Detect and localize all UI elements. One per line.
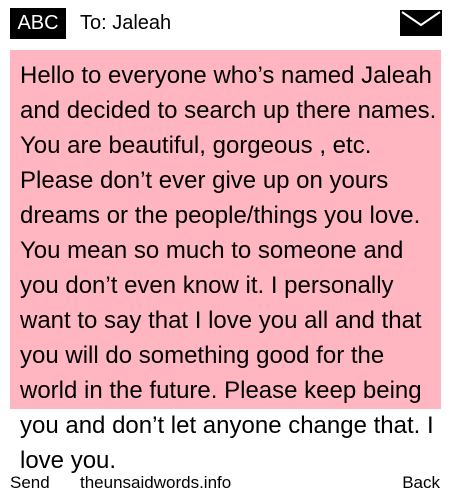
softkey-bar: Send theunsaidwords.info Back: [0, 473, 450, 493]
back-button[interactable]: Back: [402, 473, 440, 493]
input-mode-badge: ABC: [10, 8, 66, 39]
recipient-label: To: Jaleah: [80, 12, 172, 34]
message-body[interactable]: Hello to everyone who’s named Jaleah and…: [20, 58, 442, 478]
envelope-icon: [400, 10, 442, 36]
header-bar: ABC To: Jaleah: [0, 0, 450, 44]
site-watermark: theunsaidwords.info: [80, 473, 232, 492]
send-button[interactable]: Send: [10, 473, 50, 493]
